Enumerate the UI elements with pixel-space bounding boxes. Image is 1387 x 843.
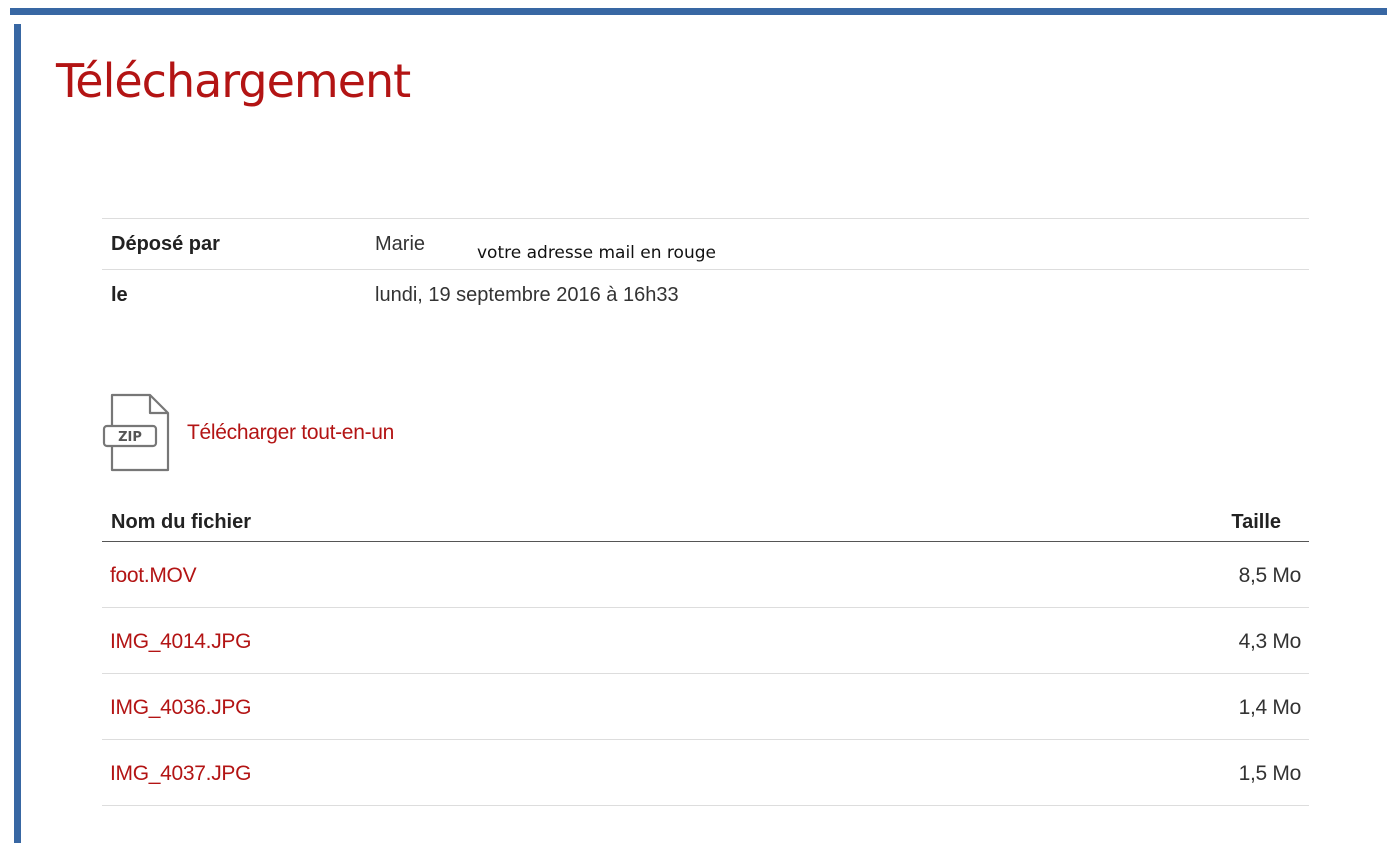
column-header-size: Taille: [1231, 511, 1281, 533]
zip-file-icon[interactable]: ZIP: [102, 393, 172, 473]
file-size: 1,4 Mo: [1238, 696, 1302, 719]
page-title: Téléchargement: [56, 54, 411, 108]
download-all-label[interactable]: Télécharger tout-en-un: [187, 421, 394, 445]
files-table: Nom du fichier Taille foot.MOV 8,5 Mo IM…: [102, 504, 1309, 806]
table-row: IMG_4036.JPG 1,4 Mo: [102, 674, 1309, 740]
top-border: [10, 8, 1387, 15]
left-border: [14, 24, 21, 843]
deposited-by-value: Marie: [375, 233, 426, 255]
file-link[interactable]: IMG_4014.JPG: [110, 630, 251, 654]
column-header-filename: Nom du fichier: [111, 511, 252, 533]
file-size: 1,5 Mo: [1238, 762, 1302, 785]
download-all-link[interactable]: ZIP Télécharger tout-en-un: [102, 393, 394, 473]
file-size: 4,3 Mo: [1238, 630, 1302, 653]
deposited-by-label: Déposé par: [111, 233, 220, 255]
info-row-date: le lundi, 19 septembre 2016 à 16h33: [102, 270, 1309, 320]
upload-info-table: Déposé par Marie votre adresse mail en r…: [102, 218, 1309, 320]
info-row-deposited-by: Déposé par Marie votre adresse mail en r…: [102, 219, 1309, 270]
zip-icon-label: ZIP: [118, 430, 142, 445]
date-value: lundi, 19 septembre 2016 à 16h33: [375, 284, 679, 306]
table-row: IMG_4037.JPG 1,5 Mo: [102, 740, 1309, 806]
file-link[interactable]: IMG_4036.JPG: [110, 696, 251, 720]
file-link[interactable]: IMG_4037.JPG: [110, 762, 251, 786]
table-row: IMG_4014.JPG 4,3 Mo: [102, 608, 1309, 674]
mail-annotation: votre adresse mail en rouge: [477, 243, 716, 263]
file-size: 8,5 Mo: [1238, 564, 1302, 587]
files-table-header: Nom du fichier Taille: [102, 504, 1309, 542]
table-row: foot.MOV 8,5 Mo: [102, 542, 1309, 608]
file-link[interactable]: foot.MOV: [110, 564, 197, 588]
date-label: le: [111, 284, 128, 306]
